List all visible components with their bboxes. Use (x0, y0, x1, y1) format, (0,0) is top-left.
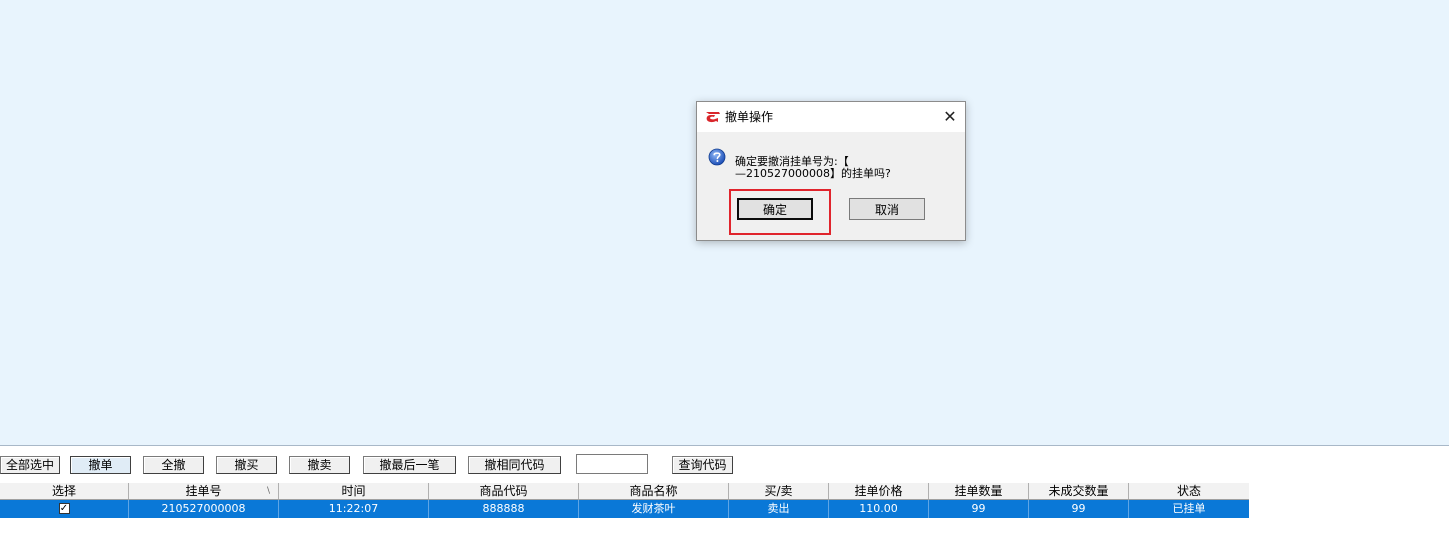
col-code[interactable]: 商品代码 (429, 483, 579, 499)
dialog-message: 确定要撤消挂单号为:【 —210527000008】的挂单吗? (735, 155, 891, 180)
col-price[interactable]: 挂单价格 (829, 483, 929, 499)
code-input[interactable] (576, 454, 648, 474)
dialog-cancel-button[interactable]: 取消 (849, 198, 925, 220)
row-qty: 99 (929, 500, 1029, 518)
row-name: 发财茶叶 (579, 500, 729, 518)
cancel-order-dialog: 撤单操作 ✕ 确定要撤消挂单号为:【 —210527000008】的挂单吗? 确… (696, 101, 966, 241)
row-code: 888888 (429, 500, 579, 518)
confirm-button[interactable]: 确定 (737, 198, 813, 220)
app-logo-icon (706, 112, 720, 123)
col-select[interactable]: 选择 (0, 483, 129, 499)
question-icon (708, 148, 726, 166)
cancel-last-button[interactable]: 撤最后一笔 (363, 456, 456, 474)
row-time: 11:22:07 (279, 500, 429, 518)
row-price: 110.00 (829, 500, 929, 518)
col-order-no-label: 挂单号 (185, 484, 222, 498)
orders-table: 选择 挂单号 \ 时间 商品代码 商品名称 买/卖 挂单价格 挂单数量 未成交数量… (0, 483, 1249, 518)
query-code-button[interactable]: 查询代码 (672, 456, 733, 474)
dialog-titlebar[interactable]: 撤单操作 ✕ (697, 102, 965, 132)
row-checkbox[interactable]: ✓ (58, 502, 70, 514)
cancel-all-button[interactable]: 全撤 (143, 456, 204, 474)
cancel-order-button[interactable]: 撤单 (70, 456, 131, 474)
dialog-title: 撤单操作 (725, 110, 774, 124)
col-time[interactable]: 时间 (279, 483, 429, 499)
col-status[interactable]: 状态 (1129, 483, 1249, 499)
cancel-sell-button[interactable]: 撤卖 (289, 456, 350, 474)
row-select-cell[interactable]: ✓ (0, 500, 129, 518)
col-side[interactable]: 买/卖 (729, 483, 829, 499)
row-unfilled: 99 (1029, 500, 1129, 518)
cancel-same-code-button[interactable]: 撤相同代码 (468, 456, 561, 474)
row-status: 已挂单 (1172, 502, 1206, 515)
cancel-buy-button[interactable]: 撤买 (216, 456, 277, 474)
close-icon[interactable]: ✕ (939, 106, 961, 128)
row-side: 卖出 (729, 500, 829, 518)
order-toolbar: 全部选中 撤单 全撤 撤买 撤卖 撤最后一笔 撤相同代码 查询代码 (0, 446, 1449, 482)
table-header: 选择 挂单号 \ 时间 商品代码 商品名称 买/卖 挂单价格 挂单数量 未成交数量… (0, 483, 1249, 500)
col-unfilled[interactable]: 未成交数量 (1029, 483, 1129, 499)
sort-indicator: \ (266, 486, 270, 496)
col-name[interactable]: 商品名称 (579, 483, 729, 499)
col-qty[interactable]: 挂单数量 (929, 483, 1029, 499)
select-all-button[interactable]: 全部选中 (0, 456, 60, 474)
col-order-no[interactable]: 挂单号 \ (129, 483, 279, 499)
row-order-no: 210527000008 (129, 500, 279, 518)
table-row[interactable]: ✓ 210527000008 11:22:07 888888 发财茶叶 卖出 1… (0, 500, 1249, 518)
